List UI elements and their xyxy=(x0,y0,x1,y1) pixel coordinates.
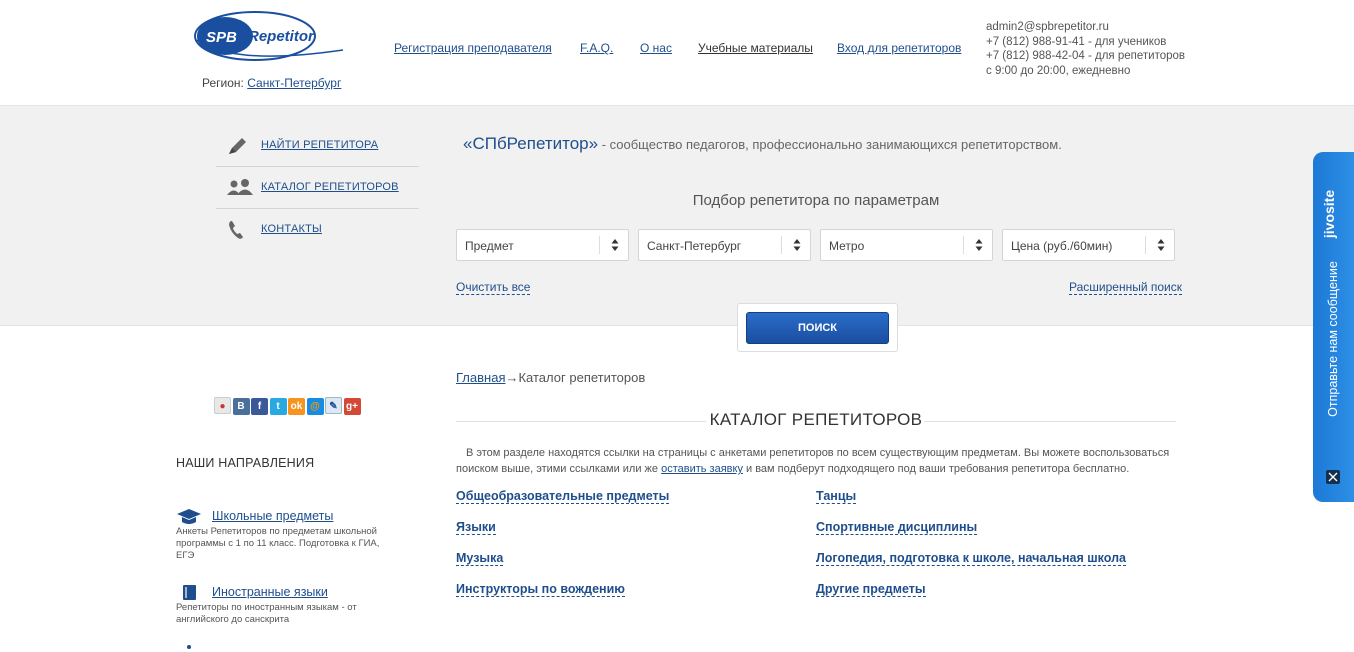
advanced-search-link[interactable]: Расширенный поиск xyxy=(1069,280,1182,295)
category-link-driving[interactable]: Инструкторы по вождению xyxy=(456,582,625,597)
sort-arrows-icon xyxy=(611,239,619,251)
left-menu: НАЙТИ РЕПЕТИТОРА КАТАЛОГ РЕПЕТИТОРОВ КОН… xyxy=(216,125,419,251)
graduation-cap-icon xyxy=(177,509,201,524)
breadcrumb-arrow: → xyxy=(505,370,519,385)
contact-email: admin2@spbrepetitor.ru xyxy=(986,21,1109,33)
menu-item-contacts[interactable]: КОНТАКТЫ xyxy=(216,209,419,251)
book-icon xyxy=(183,585,196,600)
nav-study-materials[interactable]: Учебные материалы xyxy=(698,41,813,55)
svg-text:Repetitor: Repetitor xyxy=(248,28,315,45)
breadcrumb-home[interactable]: Главная xyxy=(456,370,505,385)
odnoklassniki-icon[interactable]: ok xyxy=(288,398,305,415)
directions-title: НАШИ НАПРАВЛЕНИЯ xyxy=(176,456,315,470)
category-link-speech-therapy[interactable]: Логопедия, подготовка к школе, начальная… xyxy=(816,551,1126,566)
contact-phone-students: +7 (812) 988-91-41 - для учеников xyxy=(986,35,1167,48)
search-title: Подбор репетитора по параметрам xyxy=(692,192,940,209)
contact-hours: с 9:00 до 20:00, ежедневно xyxy=(986,64,1131,77)
page-title: КАТАЛОГ РЕПЕТИТОРОВ xyxy=(709,410,923,429)
region-label: Регион: xyxy=(202,76,244,90)
select-divider xyxy=(963,236,964,254)
category-link-languages[interactable]: Языки xyxy=(456,520,496,535)
menu-item-label[interactable]: КОНТАКТЫ xyxy=(261,223,322,235)
sort-arrows-icon xyxy=(975,239,983,251)
select-divider xyxy=(781,236,782,254)
menu-item-find-tutor[interactable]: НАЙТИ РЕПЕТИТОРА xyxy=(216,125,419,167)
direction-link[interactable]: Школьные предметы xyxy=(212,509,333,523)
clear-all-link[interactable]: Очистить все xyxy=(456,280,531,295)
menu-item-label[interactable]: КАТАЛОГ РЕПЕТИТОРОВ xyxy=(261,181,399,193)
direction-icon-partial xyxy=(187,645,191,649)
breadcrumb-current: Каталог репетиторов xyxy=(518,370,646,385)
intro-text: «СПбРепетитор» - сообщество педагогов, п… xyxy=(463,134,1062,154)
direction-description: Репетиторы по иностранным языкам - от ан… xyxy=(176,602,357,625)
select-value: Предмет xyxy=(465,239,514,253)
direction-description: Анкеты Репетиторов по предметам школьной… xyxy=(176,526,380,561)
category-link-dance[interactable]: Танцы xyxy=(816,489,857,504)
vk-icon[interactable]: В xyxy=(232,398,250,415)
direction-link[interactable]: Иностранные языки xyxy=(212,585,328,599)
social-share-bar: ● Вf t ok @ ✎ g+ xyxy=(214,396,362,415)
menu-item-label[interactable]: НАЙТИ РЕПЕТИТОРА xyxy=(261,139,378,151)
leave-request-link[interactable]: оставить заявку xyxy=(661,463,743,475)
nav-teacher-registration[interactable]: Регистрация преподавателя xyxy=(394,41,552,55)
jivosite-message: Отправьте нам сообщение xyxy=(1319,232,1349,462)
mailru-icon[interactable]: @ xyxy=(306,398,324,415)
intro-brand: «СПбРепетитор» xyxy=(463,134,599,153)
bookmark-icon[interactable]: ● xyxy=(214,397,231,414)
menu-item-tutor-catalog[interactable]: КАТАЛОГ РЕПЕТИТОРОВ xyxy=(216,167,419,209)
catalog-description: В этом разделе находятся ссылки на стран… xyxy=(456,445,1178,477)
phone-icon xyxy=(229,221,243,239)
region-link[interactable]: Санкт-Петербург xyxy=(247,76,341,90)
intro-description: - сообщество педагогов, профессионально … xyxy=(598,137,1062,152)
select-price[interactable]: Цена (руб./60мин) xyxy=(1002,229,1175,261)
region-selector: Регион: Санкт-Петербург xyxy=(202,76,341,90)
desc-text-after: и вам подберут подходящего под ваши треб… xyxy=(742,463,1130,475)
twitter-icon[interactable]: t xyxy=(269,398,287,415)
select-subject[interactable]: Предмет xyxy=(456,229,629,261)
sort-arrows-icon xyxy=(1157,239,1165,251)
site-header: SPB Repetitor Регион: Санкт-Петербург Ре… xyxy=(0,0,1354,106)
jivosite-brand: jivosite xyxy=(1301,190,1354,238)
select-value: Метро xyxy=(829,239,865,253)
breadcrumb: Главная→Каталог репетиторов xyxy=(456,370,645,385)
header-contacts: admin2@spbrepetitor.ru +7 (812) 988-91-4… xyxy=(986,20,1185,78)
catalog-heading: КАТАЛОГ РЕПЕТИТОРОВ xyxy=(456,410,1176,432)
select-metro[interactable]: Метро xyxy=(820,229,993,261)
search-button[interactable]: ПОИСК xyxy=(746,312,889,344)
select-city[interactable]: Санкт-Петербург xyxy=(638,229,811,261)
search-button-container: ПОИСК xyxy=(737,303,898,352)
select-value: Цена (руб./60мин) xyxy=(1011,239,1113,253)
envelope-icon xyxy=(1326,470,1340,484)
nav-tutor-login[interactable]: Вход для репетиторов xyxy=(837,41,961,55)
category-link-other[interactable]: Другие предметы xyxy=(816,582,926,597)
select-value: Санкт-Петербург xyxy=(647,239,742,253)
sort-arrows-icon xyxy=(793,239,801,251)
facebook-icon[interactable]: f xyxy=(251,398,268,415)
site-logo[interactable]: SPB Repetitor xyxy=(193,10,353,64)
category-link-general[interactable]: Общеобразовательные предметы xyxy=(456,489,670,504)
category-link-sports[interactable]: Спортивные дисциплины xyxy=(816,520,978,535)
category-link-music[interactable]: Музыка xyxy=(456,551,504,566)
jivosite-message-text: Отправьте нам сообщение xyxy=(1326,261,1340,417)
googleplus-icon[interactable]: g+ xyxy=(343,398,361,415)
select-divider xyxy=(1145,236,1146,254)
contact-phone-tutors: +7 (812) 988-42-04 - для репетиторов xyxy=(986,50,1185,62)
svg-text:SPB: SPB xyxy=(206,29,237,46)
nav-faq[interactable]: F.A.Q. xyxy=(580,41,613,55)
nav-about[interactable]: О нас xyxy=(640,41,672,55)
people-icon xyxy=(227,179,253,195)
select-divider xyxy=(599,236,600,254)
jivosite-chat-widget[interactable]: jivosite Отправьте нам сообщение xyxy=(1313,152,1354,502)
livejournal-icon[interactable]: ✎ xyxy=(325,397,342,414)
pen-icon xyxy=(229,138,246,154)
